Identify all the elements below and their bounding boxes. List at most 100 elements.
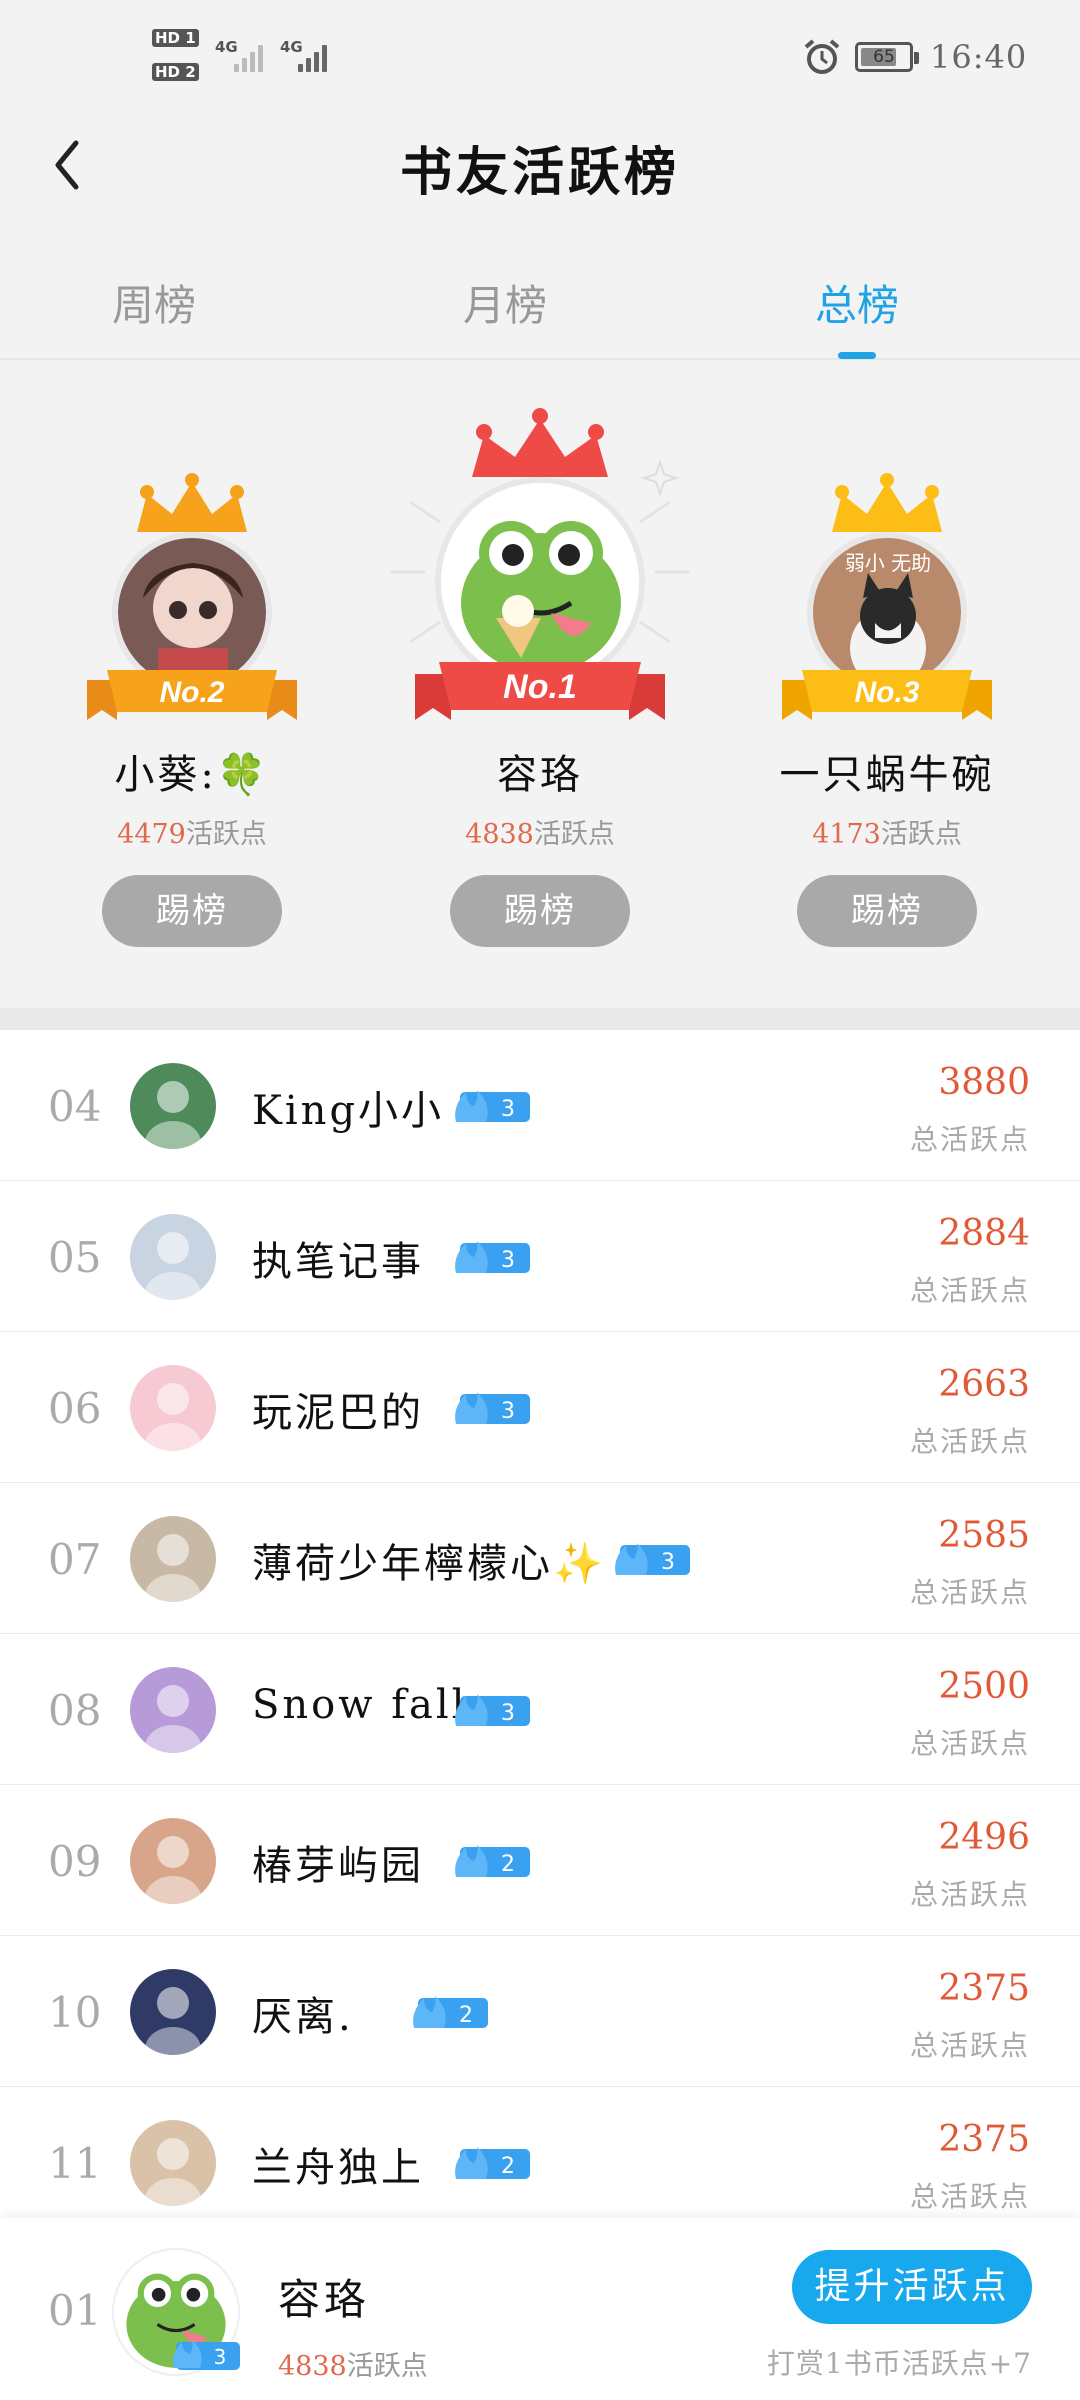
activity-score: 2663 <box>938 1364 1030 1405</box>
rank-label-no1: No.1 <box>503 668 577 706</box>
level-badge: 2 <box>455 2147 530 2179</box>
podium-second: No.2 小葵:🍀 4479活跃点 踢榜 <box>42 362 342 1002</box>
points-value: 4838 <box>465 819 534 850</box>
page-title: 书友活跃榜 <box>399 142 680 203</box>
rank-label-no2: No.2 <box>159 676 224 709</box>
level-badge: 3 <box>455 1090 530 1122</box>
level-number: 3 <box>501 1701 515 1726</box>
tab-monthly[interactable]: 月榜 <box>405 272 605 333</box>
list-item[interactable]: 08 Snow fall 3 2500 总活跃点 <box>0 1634 1080 1785</box>
crown-icon <box>472 408 608 477</box>
my-rank-bar: 01 3 容珞 4838活跃点 提升活跃点 打赏1书币活跃点+7 <box>0 2218 1080 2400</box>
rank-number: 04 <box>48 1082 102 1131</box>
my-points: 4838活跃点 <box>278 2344 428 2383</box>
rank-label-no3: No.3 <box>854 676 919 709</box>
signal-1-icon <box>232 40 270 72</box>
level-number: 3 <box>501 1399 515 1424</box>
podium-first-points: 4838活跃点 <box>390 812 690 851</box>
activity-score-label: 总活跃点 <box>909 1727 1030 1760</box>
section-divider <box>0 1008 1080 1030</box>
list-item[interactable]: 11 兰舟独上 2 2375 总活跃点 <box>0 2087 1080 2238</box>
activity-score-label: 总活跃点 <box>909 1576 1030 1609</box>
podium-second-points: 4479活跃点 <box>42 812 342 851</box>
kick-button[interactable]: 踢榜 <box>102 875 282 947</box>
boost-activity-button[interactable]: 提升活跃点 <box>792 2250 1032 2324</box>
points-label: 活跃点 <box>533 819 615 850</box>
avatar[interactable] <box>130 1818 216 1904</box>
points-label: 活跃点 <box>346 2351 428 2382</box>
avatar[interactable] <box>130 1969 216 2055</box>
activity-score-label: 总活跃点 <box>909 1425 1030 1458</box>
sim1-indicator: HD 1 <box>152 28 199 48</box>
activity-score-label: 总活跃点 <box>909 1123 1030 1156</box>
list-item[interactable]: 09 椿芽屿园 2 2496 总活跃点 <box>0 1785 1080 1936</box>
level-badge: 3 <box>455 1392 530 1424</box>
list-item[interactable]: 06 玩泥巴的 3 2663 总活跃点 <box>0 1332 1080 1483</box>
rank-number: 08 <box>48 1686 102 1735</box>
alarm-icon <box>804 39 840 74</box>
level-number: 3 <box>501 1248 515 1273</box>
podium-second-name: 小葵:🍀 <box>114 752 270 798</box>
activity-score-label: 总活跃点 <box>909 2029 1030 2062</box>
level-badge: 3 <box>173 2340 240 2370</box>
level-number: 2 <box>459 2003 473 2028</box>
podium-first-name: 容珞 <box>497 752 583 798</box>
sim1-label: HD 1 <box>152 29 199 47</box>
user-name: King小小 <box>252 1088 445 1134</box>
level-number: 2 <box>501 2154 515 2179</box>
my-rank-number: 01 <box>48 2286 102 2335</box>
tab-bar: 周榜 月榜 总榜 <box>0 260 1080 360</box>
activity-score: 3880 <box>938 1062 1030 1103</box>
activity-score-label: 总活跃点 <box>909 2180 1030 2213</box>
sim2-label: HD 2 <box>152 63 199 81</box>
list-item[interactable]: 07 薄荷少年檸檬心✨ 3 2585 总活跃点 <box>0 1483 1080 1634</box>
list-item[interactable]: 04 King小小 3 3880 总活跃点 <box>0 1030 1080 1181</box>
avatar[interactable] <box>130 1667 216 1753</box>
avatar[interactable] <box>130 1214 216 1300</box>
rank-ribbon-no1: No.1 <box>415 662 665 720</box>
kick-button[interactable]: 踢榜 <box>797 875 977 947</box>
points-value: 4479 <box>117 819 186 850</box>
podium-third-points: 4173活跃点 <box>737 812 1037 851</box>
podium-third: 弱小 无助 No.3 一只蜗牛碗 4173活跃点 踢榜 <box>737 362 1037 1002</box>
activity-score: 2496 <box>938 1817 1030 1858</box>
points-label: 活跃点 <box>185 819 267 850</box>
user-name: 执笔记事 <box>252 1239 424 1285</box>
user-name: 兰舟独上 <box>252 2145 424 2191</box>
avatar[interactable] <box>130 1516 216 1602</box>
level-number: 3 <box>501 1097 515 1122</box>
activity-score: 2500 <box>938 1666 1030 1707</box>
rank-list: 04 King小小 3 3880 总活跃点 05 执笔记事 3 2884 总活跃点 06 玩泥巴的 3 2… <box>0 1030 1080 2238</box>
avatar[interactable] <box>130 1063 216 1149</box>
podium-third-name: 一只蜗牛碗 <box>779 752 995 798</box>
rank-number: 07 <box>48 1535 102 1584</box>
list-item[interactable]: 05 执笔记事 3 2884 总活跃点 <box>0 1181 1080 1332</box>
level-badge: 3 <box>455 1241 530 1273</box>
level-badge: 3 <box>455 1694 530 1726</box>
points-value: 4838 <box>278 2351 347 2382</box>
rank-number: 11 <box>48 2139 102 2188</box>
rank-number: 06 <box>48 1384 102 1433</box>
activity-score: 2375 <box>938 2119 1030 2160</box>
level-number: 3 <box>661 1550 675 1575</box>
tab-total[interactable]: 总榜 <box>757 272 957 333</box>
tab-weekly[interactable]: 周榜 <box>54 272 254 333</box>
activity-score: 2585 <box>938 1515 1030 1556</box>
activity-score: 2884 <box>938 1213 1030 1254</box>
avatar[interactable] <box>130 2120 216 2206</box>
sim2-indicator: HD 2 <box>152 62 199 82</box>
list-item[interactable]: 10 厌离. 2 2375 总活跃点 <box>0 1936 1080 2087</box>
level-number: 3 <box>214 2345 227 2369</box>
kick-button[interactable]: 踢榜 <box>450 875 630 947</box>
battery-icon: 65 <box>855 42 919 72</box>
user-name: 厌离. <box>252 1994 354 2040</box>
rank-number: 09 <box>48 1837 102 1886</box>
points-label: 活跃点 <box>880 819 962 850</box>
active-tab-indicator <box>838 352 876 359</box>
user-name: 椿芽屿园 <box>252 1843 424 1889</box>
avatar-caption: 弱小 无助 <box>845 551 931 575</box>
activity-score-label: 总活跃点 <box>909 1878 1030 1911</box>
activity-score: 2375 <box>938 1968 1030 2009</box>
avatar[interactable] <box>130 1365 216 1451</box>
rank-ribbon-no3: No.3 <box>782 670 992 720</box>
